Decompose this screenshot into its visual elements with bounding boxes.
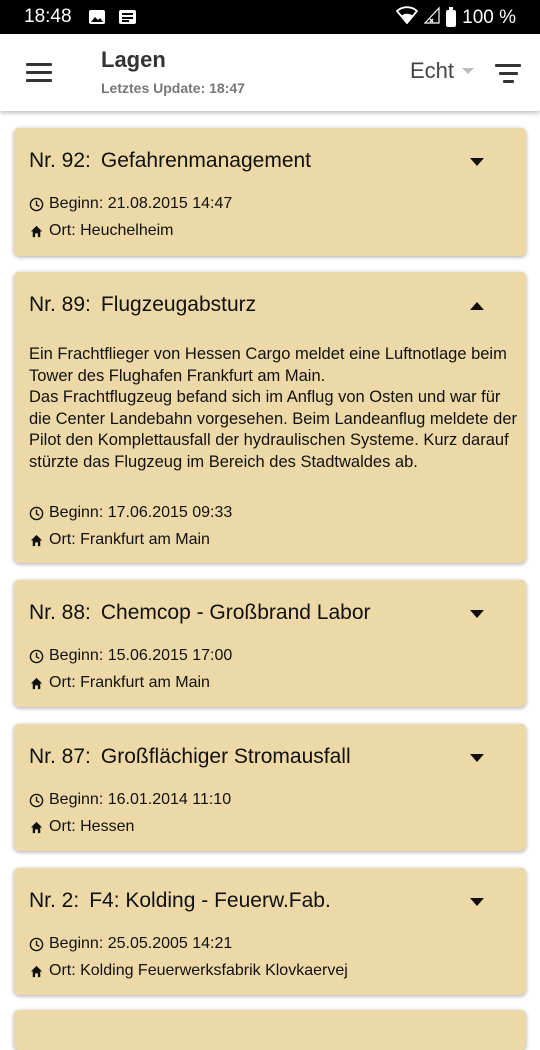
mode-label: Echt — [410, 58, 455, 83]
clock-icon — [29, 197, 44, 211]
home-icon — [30, 225, 43, 237]
situation-card[interactable]: Nr. 2: F4: Kolding - Feuerw.Fab. Beginn: … — [14, 868, 526, 995]
card-begin: Beginn: 15.06.2015 17:00 — [29, 647, 232, 665]
location-text: Ort: Frankfurt am Main — [49, 674, 210, 691]
card-name: Chemcop - Großbrand Labor — [100, 601, 371, 624]
card-title: Nr. 88: Chemcop - Großbrand Labor — [29, 601, 371, 625]
last-update: Letztes Update: 18:47 — [101, 80, 245, 96]
home-icon — [30, 534, 43, 546]
card-number: Nr. 92: — [29, 149, 91, 172]
filter-icon[interactable] — [495, 64, 521, 84]
battery-icon — [446, 6, 457, 27]
description-paragraph: Das Frachtflugzeug befand sich im Anflug… — [29, 388, 518, 471]
card-location: Ort: Heuchelheim — [29, 222, 174, 240]
collapse-toggle-icon[interactable] — [467, 300, 487, 314]
card-location: Ort: Hessen — [29, 818, 134, 836]
clock-icon — [29, 649, 44, 663]
card-name: Flugzeugabsturz — [100, 293, 257, 316]
card-location: Ort: Frankfurt am Main — [29, 674, 210, 692]
menu-icon[interactable] — [26, 63, 52, 83]
status-time: 18:48 — [24, 6, 72, 27]
situation-card[interactable]: Nr. 87: Großflächiger Stromausfall Beginn… — [14, 724, 526, 851]
card-name: Gefahrenmanagement — [100, 149, 312, 172]
card-description: Ein Frachtflieger von Hessen Cargo melde… — [29, 344, 519, 473]
home-icon — [30, 677, 43, 689]
card-location: Ort: Kolding Feuerwerksfabrik Klovkaerve… — [29, 962, 348, 980]
app-bar: Lagen Letztes Update: 18:47 Echt — [0, 34, 540, 111]
begin-text: Beginn: 15.06.2015 17:00 — [49, 647, 233, 664]
expand-toggle-icon[interactable] — [467, 608, 487, 622]
card-title: Nr. 2: F4: Kolding - Feuerw.Fab. — [29, 889, 331, 913]
location-text: Ort: Hessen — [49, 818, 135, 835]
news-icon — [118, 9, 137, 30]
card-name: F4: Kolding - Feuerw.Fab. — [89, 889, 331, 912]
card-title: Nr. 87: Großflächiger Stromausfall — [29, 745, 351, 769]
card-number: Nr. 2: — [29, 889, 80, 912]
expand-toggle-icon[interactable] — [467, 156, 487, 170]
card-number: Nr. 89: — [29, 293, 91, 316]
clock-icon — [29, 506, 44, 520]
situation-card[interactable] — [14, 1010, 526, 1050]
home-icon — [30, 821, 43, 833]
signal-icon — [423, 6, 440, 30]
battery-level: 100 % — [462, 7, 516, 28]
mode-dropdown[interactable]: Echt — [410, 58, 475, 84]
card-title: Nr. 89: Flugzeugabsturz — [29, 293, 256, 317]
expand-toggle-icon[interactable] — [467, 896, 487, 910]
image-icon — [88, 9, 106, 30]
clock-icon — [29, 937, 44, 951]
card-title: Nr. 92: Gefahrenmanagement — [29, 149, 311, 173]
dropdown-caret-icon — [462, 68, 475, 74]
status-bar: 18:48 100 % — [0, 0, 540, 34]
location-text: Ort: Kolding Feuerwerksfabrik Klovkaerve… — [49, 962, 348, 979]
location-text: Ort: Frankfurt am Main — [49, 531, 210, 548]
clock-icon — [29, 793, 44, 807]
situation-list: Nr. 92: Gefahrenmanagement Beginn: 21.08.… — [0, 112, 540, 1050]
wifi-icon — [395, 6, 419, 30]
begin-text: Beginn: 17.06.2015 09:33 — [49, 504, 233, 521]
begin-text: Beginn: 16.01.2014 11:10 — [49, 791, 232, 808]
card-location: Ort: Frankfurt am Main — [29, 531, 210, 549]
card-number: Nr. 87: — [29, 745, 91, 768]
card-begin: Beginn: 17.06.2015 09:33 — [29, 504, 232, 522]
card-begin: Beginn: 21.08.2015 14:47 — [29, 195, 232, 213]
description-paragraph: Ein Frachtflieger von Hessen Cargo melde… — [29, 345, 507, 385]
expand-toggle-icon[interactable] — [467, 752, 487, 766]
home-icon — [30, 965, 43, 977]
situation-card[interactable]: Nr. 92: Gefahrenmanagement Beginn: 21.08.… — [14, 128, 526, 256]
begin-text: Beginn: 21.08.2015 14:47 — [49, 195, 233, 212]
situation-card[interactable]: Nr. 88: Chemcop - Großbrand Labor Beginn:… — [14, 580, 526, 707]
card-begin: Beginn: 25.05.2005 14:21 — [29, 935, 232, 953]
status-right: 100 % — [395, 6, 516, 30]
card-number: Nr. 88: — [29, 601, 91, 624]
begin-text: Beginn: 25.05.2005 14:21 — [49, 935, 233, 952]
situation-card[interactable]: Nr. 89: Flugzeugabsturz Ein Frachtflieger… — [14, 272, 526, 563]
page-title: Lagen — [101, 47, 166, 72]
location-text: Ort: Heuchelheim — [49, 222, 174, 239]
card-begin: Beginn: 16.01.2014 11:10 — [29, 791, 231, 809]
card-name: Großflächiger Stromausfall — [100, 745, 351, 768]
